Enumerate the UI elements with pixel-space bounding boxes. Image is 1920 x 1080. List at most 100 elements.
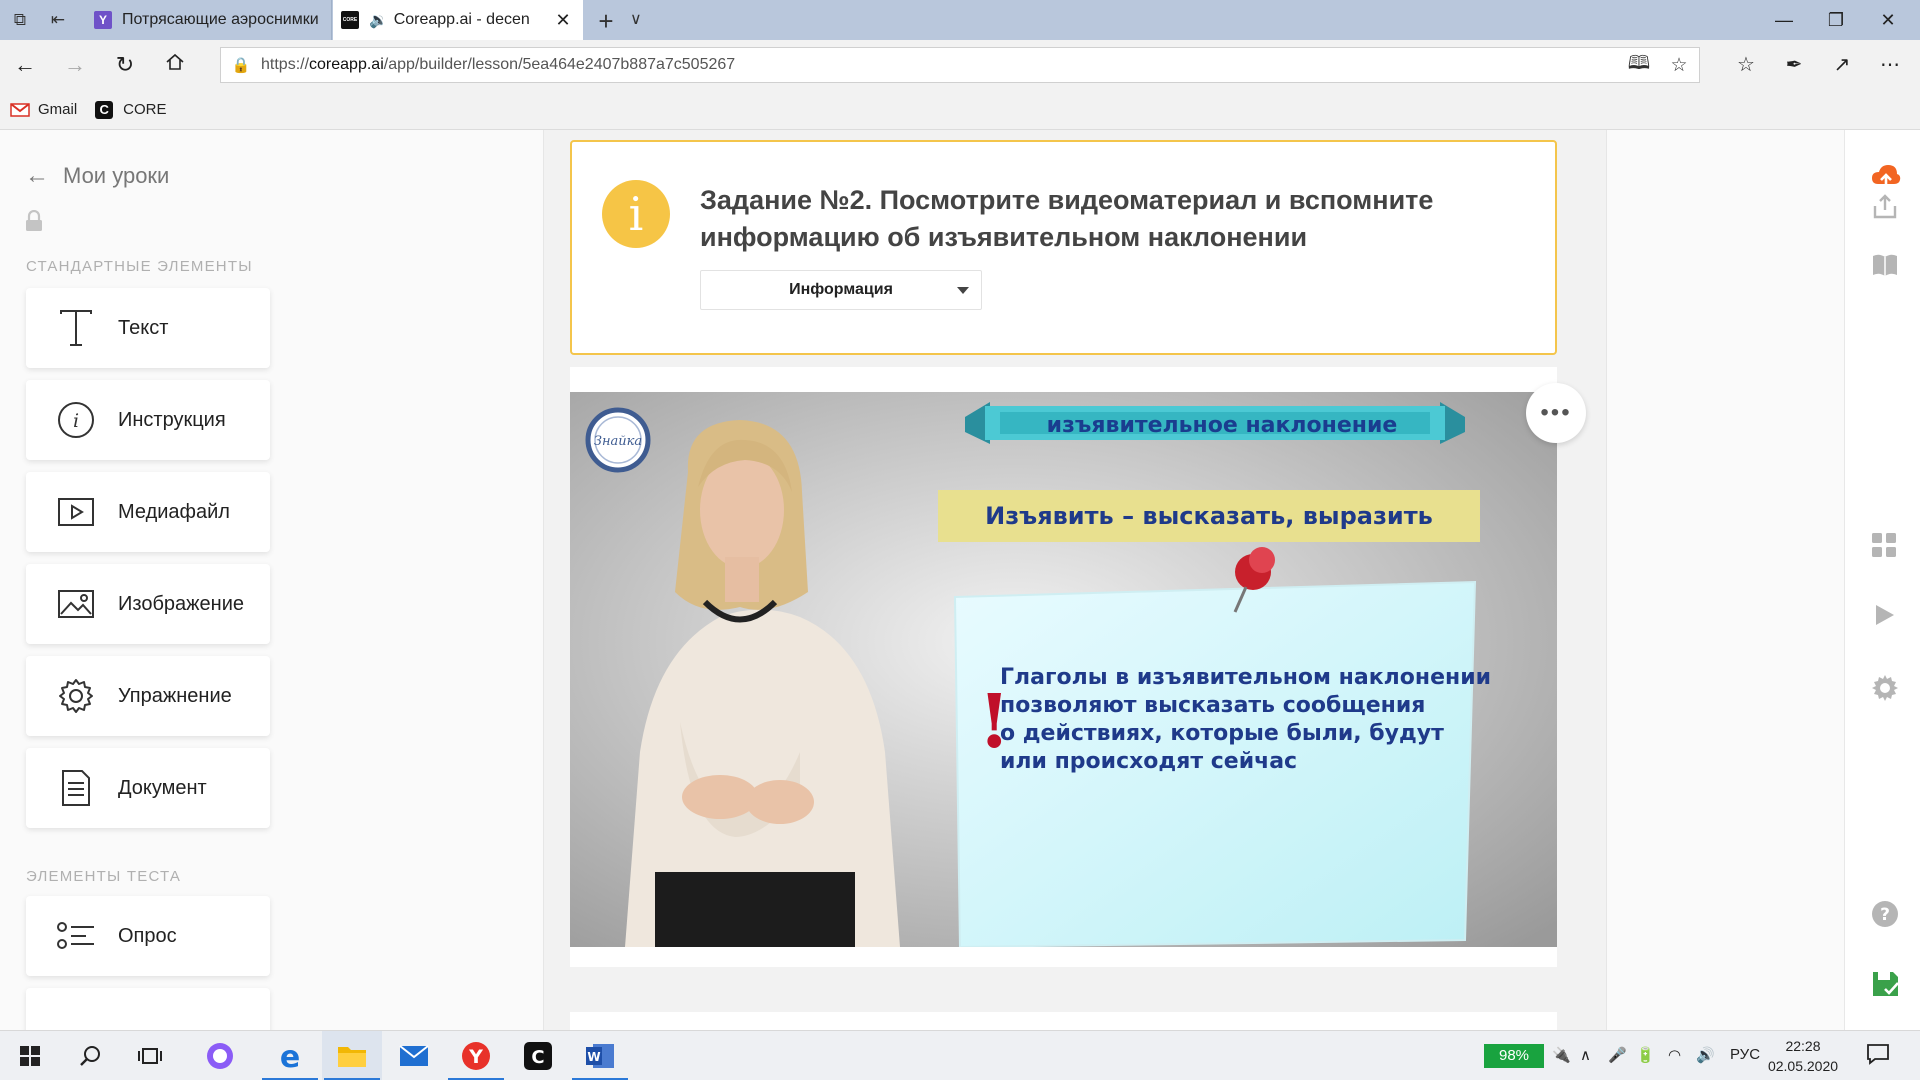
card-type-value: Информация: [789, 281, 893, 298]
svg-text:?: ?: [1880, 905, 1890, 925]
file-explorer-icon[interactable]: [322, 1031, 382, 1080]
clock-date: 02.05.2020: [1767, 1058, 1839, 1074]
next-card: [570, 1012, 1557, 1030]
more-options-button[interactable]: •••: [1526, 383, 1586, 443]
share-icon[interactable]: [1871, 192, 1899, 220]
settings-icon[interactable]: [1871, 674, 1899, 702]
favorite-star-icon[interactable]: ☆: [1659, 54, 1699, 77]
new-tab-icon[interactable]: +: [592, 6, 620, 37]
element-label: Инструкция: [118, 408, 226, 431]
edge-browser-icon[interactable]: e: [260, 1031, 320, 1080]
lesson-builder: ← Мои уроки СТАНДАРТНЫЕ ЭЛЕМЕНТЫ Текст i…: [0, 130, 1920, 1030]
element-media[interactable]: Медиафайл: [26, 472, 270, 552]
video-player[interactable]: Знайка изъявительное наклонение Изъявить…: [570, 392, 1557, 947]
upload-cloud-icon[interactable]: [1871, 164, 1901, 192]
set-aside-tabs-icon[interactable]: ⇤: [46, 8, 70, 32]
more-menu-icon[interactable]: ⋯: [1874, 50, 1906, 80]
tab-title: Coreapp.ai - decen: [393, 11, 530, 28]
core-icon: C: [95, 100, 114, 119]
svg-text:e: e: [280, 1041, 300, 1071]
refresh-icon[interactable]: ↻: [110, 50, 140, 80]
elements-sidebar: ← Мои уроки СТАНДАРТНЫЕ ЭЛЕМЕНТЫ Текст i…: [0, 130, 543, 1030]
battery-icon[interactable]: 🔋: [1636, 1046, 1655, 1064]
back-label: Мои уроки: [63, 163, 170, 188]
card-type-select[interactable]: Информация: [700, 270, 982, 310]
yandex-browser-icon[interactable]: Y: [446, 1031, 506, 1080]
minimize-icon[interactable]: —: [1758, 0, 1810, 40]
gmail-icon: [10, 102, 30, 117]
save-icon[interactable]: [1871, 970, 1899, 998]
tab-aerial-photos[interactable]: Y Потрясающие аэроснимки: [86, 0, 332, 40]
chevron-down-icon[interactable]: ∨: [630, 9, 642, 29]
back-icon[interactable]: ←: [10, 50, 40, 80]
notifications-icon[interactable]: [1866, 1043, 1890, 1069]
task-card[interactable]: i Задание №2. Посмотрите видеоматериал и…: [570, 140, 1557, 355]
book-icon[interactable]: [1871, 252, 1899, 280]
element-label: Текст: [118, 316, 169, 339]
section-standard-elements: СТАНДАРТНЫЕ ЭЛЕМЕНТЫ: [26, 258, 253, 275]
word-icon[interactable]: W: [570, 1031, 630, 1080]
wifi-icon[interactable]: ◠: [1668, 1046, 1681, 1064]
back-to-lessons-link[interactable]: ← Мои уроки: [25, 162, 169, 190]
alice-assistant-icon[interactable]: [190, 1031, 250, 1080]
speaker-icon[interactable]: 🔉: [369, 11, 388, 29]
address-bar[interactable]: 🔒 https://coreapp.ai/app/builder/lesson/…: [220, 47, 1700, 83]
text-icon: [54, 306, 98, 350]
element-poll[interactable]: Опрос: [26, 896, 270, 976]
znaika-logo: Знайка: [585, 407, 651, 473]
reading-view-icon[interactable]: 🕮: [1619, 49, 1659, 81]
chevron-up-icon[interactable]: ∧: [1580, 1046, 1591, 1064]
browser-tab-bar: ⧉ ⇤ Y Потрясающие аэроснимки CORE 🔉 Core…: [0, 0, 1920, 40]
clock[interactable]: 22:28 02.05.2020: [1748, 1036, 1858, 1076]
core-app-icon[interactable]: C: [508, 1031, 568, 1080]
close-window-icon[interactable]: ✕: [1862, 0, 1914, 40]
element-text[interactable]: Текст: [26, 288, 270, 368]
favorites-list-icon[interactable]: ☆: [1730, 50, 1762, 80]
restore-icon[interactable]: ❐: [1810, 0, 1862, 40]
home-icon[interactable]: [160, 50, 190, 80]
url-text: https://coreapp.ai/app/builder/lesson/5e…: [261, 56, 736, 73]
note-paper: ! Глаголы в изъявительном наклонении поз…: [953, 547, 1491, 947]
clock-time: 22:28: [1785, 1038, 1821, 1054]
play-icon[interactable]: [1871, 602, 1899, 630]
search-icon[interactable]: [60, 1031, 120, 1080]
right-toolbar: ?: [1844, 130, 1920, 1030]
windows-start-icon[interactable]: [0, 1031, 60, 1080]
yandex-favicon: Y: [94, 11, 112, 29]
help-icon[interactable]: ?: [1871, 900, 1899, 928]
definition-strip: Изъявить – высказать, выразить: [938, 490, 1480, 542]
canvas-margin: [1607, 130, 1844, 1030]
favorite-label: CORE: [123, 101, 167, 118]
plug-icon[interactable]: 🔌: [1552, 1046, 1571, 1064]
tab-actions-icon[interactable]: ⧉: [8, 8, 32, 32]
microphone-icon[interactable]: 🎤: [1608, 1046, 1627, 1064]
tab-coreapp[interactable]: CORE 🔉 Coreapp.ai - decen ✕: [333, 0, 583, 40]
image-icon: [54, 582, 98, 626]
element-document[interactable]: Документ: [26, 748, 270, 828]
caret-down-icon: [957, 287, 969, 294]
element-image[interactable]: Изображение: [26, 564, 270, 644]
svg-text:Знайка: Знайка: [594, 434, 642, 449]
task-title[interactable]: Задание №2. Посмотрите видеоматериал и в…: [700, 182, 1500, 256]
poll-icon: [54, 914, 98, 958]
task-view-icon[interactable]: [120, 1031, 180, 1080]
element-instruction[interactable]: i Инструкция: [26, 380, 270, 460]
grid-icon[interactable]: [1871, 532, 1899, 560]
element-next-partial[interactable]: [26, 988, 270, 1030]
info-icon: i: [54, 398, 98, 442]
svg-text:позволяют высказать сообщения: позволяют высказать сообщения: [1000, 693, 1425, 718]
pen-icon[interactable]: ✒: [1778, 50, 1810, 80]
favorite-gmail[interactable]: Gmail: [10, 101, 77, 118]
close-tab-icon[interactable]: ✕: [551, 10, 575, 31]
share-icon[interactable]: ↗: [1826, 50, 1858, 80]
mail-icon[interactable]: [384, 1031, 444, 1080]
forward-icon[interactable]: →: [60, 50, 90, 80]
battery-indicator[interactable]: 98%: [1484, 1044, 1544, 1068]
gear-icon: [54, 674, 98, 718]
element-exercise[interactable]: Упражнение: [26, 656, 270, 736]
svg-text:i: i: [73, 410, 79, 432]
lock-icon[interactable]: [25, 209, 43, 232]
volume-icon[interactable]: 🔊: [1696, 1046, 1715, 1064]
element-label: Медиафайл: [118, 500, 230, 523]
favorite-core[interactable]: C CORE: [95, 100, 167, 119]
